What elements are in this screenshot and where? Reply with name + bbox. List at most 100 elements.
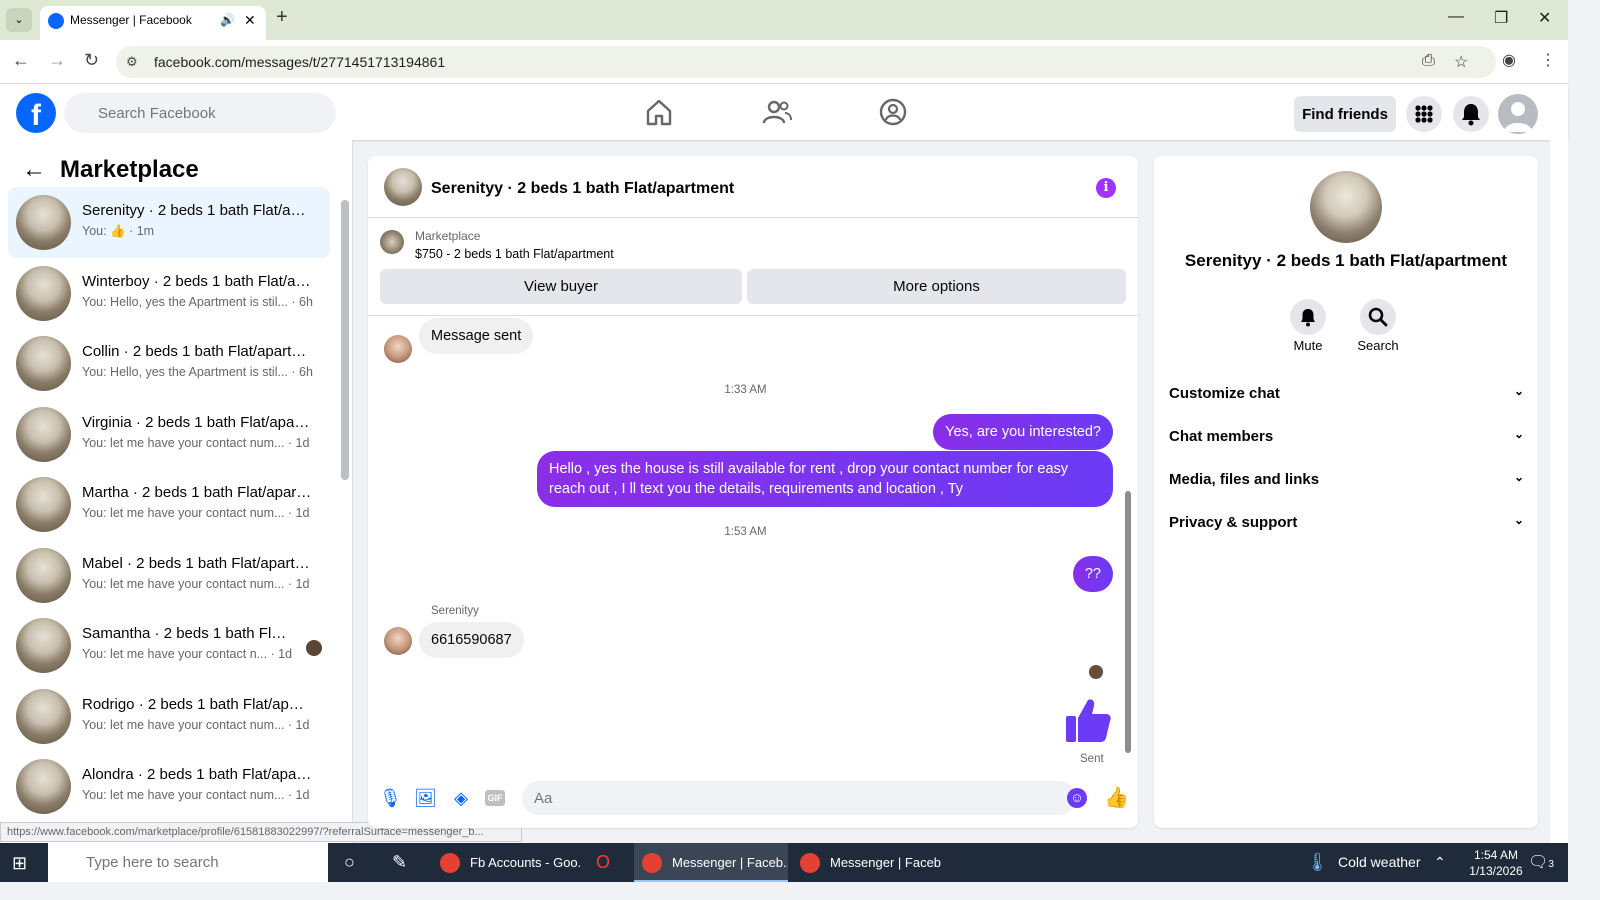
chat-panel: Serenityy · 2 beds 1 bath Flat/apartment…: [368, 156, 1138, 828]
windows-start-icon[interactable]: ⊞: [12, 853, 27, 874]
tray-chevron-up-icon[interactable]: ⌃: [1434, 843, 1446, 882]
sticker-icon[interactable]: ◈: [450, 787, 472, 809]
chrome-icon: [440, 853, 460, 873]
site-settings-icon[interactable]: ⚙: [126, 54, 138, 70]
close-tab-icon[interactable]: ✕: [244, 6, 256, 34]
more-options-button[interactable]: More options: [747, 269, 1126, 304]
photo-icon[interactable]: 🖼: [414, 787, 437, 809]
conversation-item[interactable]: Martha · 2 beds 1 bath Flat/apartment Yo…: [8, 469, 330, 540]
tab-search-icon[interactable]: ⌄: [6, 8, 32, 32]
listing-avatar: [16, 618, 71, 673]
message-incoming: Message sent: [419, 318, 534, 354]
account-avatar[interactable]: [1498, 94, 1538, 134]
install-app-icon[interactable]: ⎙: [1422, 52, 1435, 70]
taskbar-item-chrome[interactable]: Fb Accounts - Goo...: [432, 843, 580, 882]
opera-icon[interactable]: O: [596, 843, 610, 882]
weather-icon[interactable]: 🌡: [1306, 843, 1329, 882]
new-tab-button[interactable]: +: [276, 6, 288, 29]
back-arrow-icon[interactable]: ←: [22, 156, 46, 183]
sender-name: Serenityy: [431, 605, 479, 617]
app-icon[interactable]: ✎: [392, 843, 407, 882]
chat-scrollbar[interactable]: [1125, 491, 1131, 753]
minimize-icon[interactable]: —: [1448, 8, 1464, 26]
speaker-icon[interactable]: 🔊: [220, 6, 235, 34]
chrome-icon: [800, 853, 820, 873]
conversation-item[interactable]: Serenityy · 2 beds 1 bath Flat/apartment…: [8, 187, 330, 258]
friends-icon[interactable]: [761, 96, 793, 128]
page-scrollbar[interactable]: [1550, 84, 1568, 843]
read-receipt-avatar: [1089, 665, 1103, 679]
conversation-preview: You: let me have your contact num... · 1…: [82, 435, 310, 450]
weather-text[interactable]: Cold weather: [1338, 843, 1421, 882]
facebook-logo-icon[interactable]: f: [16, 93, 56, 133]
customize-chat-row[interactable]: Customize chat ⌄: [1169, 372, 1524, 415]
timestamp: 1:53 AM: [724, 526, 767, 538]
sidebar-scrollbar[interactable]: [341, 200, 349, 480]
url-text[interactable]: facebook.com/messages/t/2771451713194861: [154, 54, 445, 70]
microphone-icon[interactable]: 🎙: [379, 787, 402, 809]
back-arrow-icon[interactable]: ←: [12, 50, 30, 71]
message-outgoing: ??: [1072, 556, 1113, 592]
url-omnibox[interactable]: ⚙ facebook.com/messages/t/27714517131948…: [116, 46, 1496, 78]
browser-menu-icon[interactable]: ⋮: [1540, 50, 1556, 70]
media-files-links-row[interactable]: Media, files and links ⌄: [1169, 458, 1524, 501]
search-icon[interactable]: [1360, 299, 1396, 335]
taskbar-search-input[interactable]: [48, 843, 328, 882]
message-input[interactable]: [522, 781, 1076, 815]
mute-bell-icon[interactable]: [1290, 299, 1326, 335]
conversation-item[interactable]: Winterboy · 2 beds 1 bath Flat/apartment…: [8, 258, 330, 329]
taskbar-item-messenger-2[interactable]: Messenger | Faceb...: [792, 843, 942, 882]
home-icon[interactable]: [643, 96, 675, 128]
message-outgoing: Hello , yes the house is still available…: [537, 451, 1113, 507]
search-label: Search: [1357, 338, 1399, 353]
details-avatar[interactable]: [1310, 171, 1382, 243]
close-window-icon[interactable]: ✕: [1538, 8, 1551, 28]
sent-status: Sent: [1080, 753, 1104, 765]
contact-avatar: [384, 627, 412, 655]
conversation-item[interactable]: Samantha · 2 beds 1 bath Flat/apartment …: [8, 610, 330, 681]
message-incoming: 6616590687: [419, 622, 524, 658]
chat-avatar[interactable]: [384, 168, 422, 206]
browser-tab-messenger[interactable]: Messenger | Facebook 🔊 ✕: [40, 6, 266, 40]
privacy-support-row[interactable]: Privacy & support ⌄: [1169, 501, 1524, 544]
facebook-header: f 🔍 Find friends: [0, 84, 1568, 140]
conversation-name: Samantha · 2 beds 1 bath Flat/apartment: [82, 625, 292, 642]
facebook-search-input[interactable]: [64, 93, 336, 133]
conversation-item[interactable]: Alondra · 2 beds 1 bath Flat/apartment Y…: [8, 751, 330, 822]
find-friends-button[interactable]: Find friends: [1294, 96, 1396, 132]
conversation-item[interactable]: Mabel · 2 beds 1 bath Flat/apartment You…: [8, 540, 330, 611]
conversation-item[interactable]: Virginia · 2 beds 1 bath Flat/apartment …: [8, 399, 330, 470]
listing-price-title[interactable]: $750 - 2 beds 1 bath Flat/apartment: [415, 247, 614, 261]
like-icon[interactable]: 👍: [1104, 787, 1129, 809]
listing-avatar: [16, 406, 71, 462]
notification-center-icon[interactable]: 🗨3: [1528, 843, 1554, 882]
conversation-name: Collin · 2 beds 1 bath Flat/apartment: [82, 343, 312, 360]
chat-title[interactable]: Serenityy · 2 beds 1 bath Flat/apartment: [431, 180, 734, 198]
profile-icon[interactable]: ◉: [1502, 50, 1516, 70]
taskbar-clock[interactable]: 1:54 AM 1/13/2026: [1466, 847, 1526, 879]
listing-thumbnail[interactable]: [380, 230, 404, 254]
taskbar-item-messenger[interactable]: Messenger | Faceb...: [634, 843, 788, 882]
bookmark-star-icon[interactable]: ☆: [1454, 52, 1468, 72]
conversation-preview: You: 👍 · 1m: [82, 224, 155, 238]
conversation-item[interactable]: Collin · 2 beds 1 bath Flat/apartment Yo…: [8, 328, 330, 399]
gif-icon[interactable]: GIF: [485, 790, 505, 806]
chat-members-row[interactable]: Chat members ⌄: [1169, 415, 1524, 458]
view-buyer-button[interactable]: View buyer: [380, 269, 742, 304]
listing-avatar: [16, 547, 71, 603]
reload-icon[interactable]: ↻: [84, 50, 99, 71]
menu-grid-icon[interactable]: [1406, 96, 1442, 132]
forward-arrow-icon[interactable]: →: [48, 50, 66, 71]
groups-icon[interactable]: [877, 96, 909, 128]
conversation-item[interactable]: Rodrigo · 2 beds 1 bath Flat/apartment Y…: [8, 681, 330, 752]
notifications-bell-icon[interactable]: [1453, 96, 1489, 132]
marketplace-listing-bar: Marketplace $750 - 2 beds 1 bath Flat/ap…: [368, 218, 1138, 316]
emoji-icon[interactable]: ☺: [1067, 788, 1087, 808]
sidebar-title: Marketplace: [60, 156, 199, 183]
message-thread: Message sent 1:33 AM Yes, are you intere…: [368, 316, 1138, 771]
task-view-icon[interactable]: ○: [344, 843, 355, 882]
chat-details-panel: Serenityy · 2 beds 1 bath Flat/apartment…: [1154, 156, 1538, 828]
restore-icon[interactable]: ❐: [1494, 8, 1508, 28]
conversation-preview: You: Hello, yes the Apartment is stil...…: [82, 294, 313, 309]
info-icon[interactable]: i: [1096, 178, 1116, 198]
